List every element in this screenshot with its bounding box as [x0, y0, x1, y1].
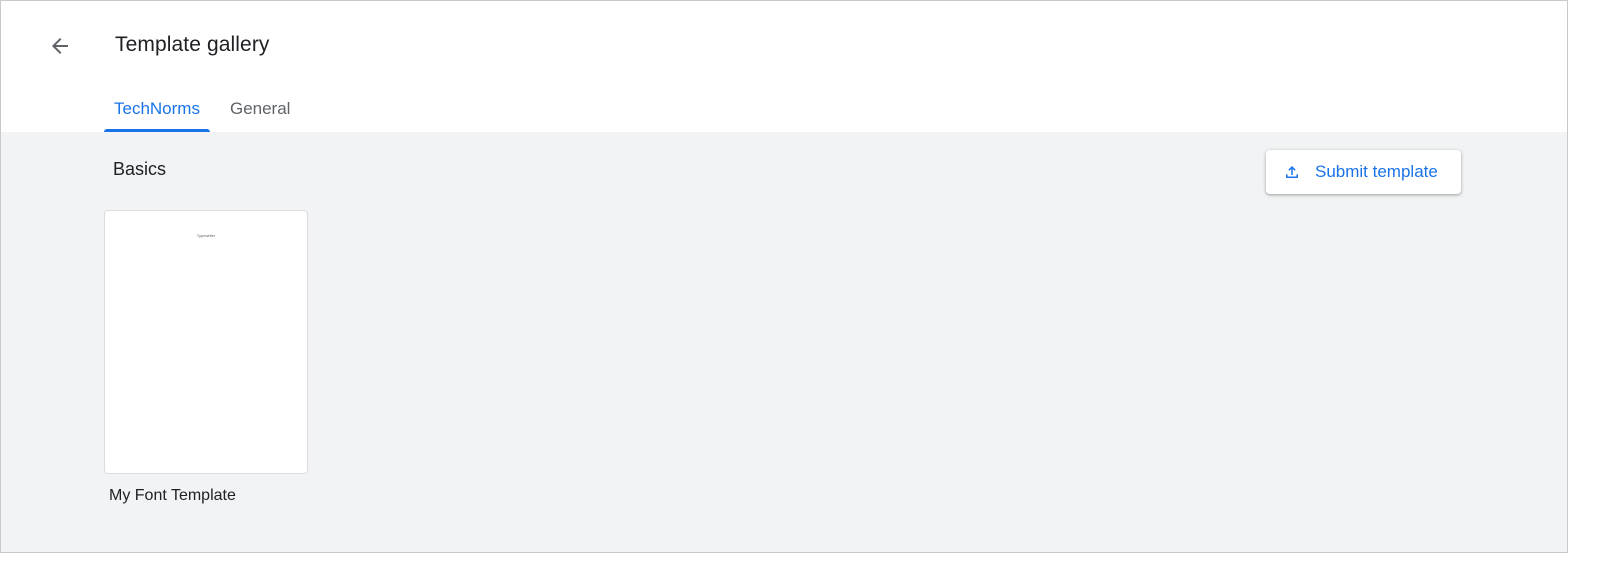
tab-bar: TechNorms General	[104, 89, 300, 132]
tab-general[interactable]: General	[220, 89, 300, 132]
template-gallery-window: Template gallery TechNorms General Basic…	[0, 0, 1568, 553]
arrow-left-icon	[52, 38, 68, 54]
upload-icon	[1282, 162, 1302, 182]
submit-template-label: Submit template	[1315, 162, 1438, 181]
thumbnail-text: Typewriter	[196, 233, 216, 238]
section-title: Basics	[113, 159, 167, 179]
page-title: Template gallery	[115, 33, 270, 56]
template-thumbnail[interactable]: Typewriter	[104, 210, 308, 474]
submit-template-button[interactable]: Submit template	[1266, 150, 1461, 194]
tab-technorms[interactable]: TechNorms	[104, 89, 210, 132]
gallery-header: Template gallery TechNorms General	[1, 1, 1567, 132]
back-button[interactable]	[41, 29, 79, 63]
template-name[interactable]: My Font Template	[109, 487, 236, 505]
